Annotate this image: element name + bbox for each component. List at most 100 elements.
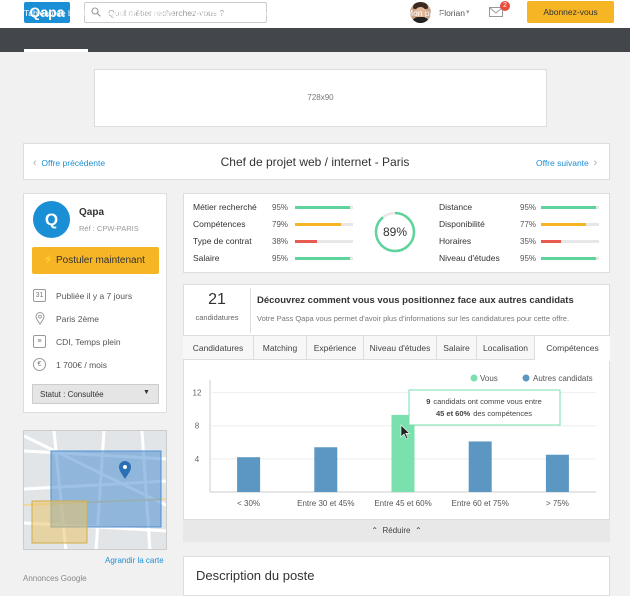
tooltip-text-1: candidats ont comme vous entre: [433, 397, 541, 406]
location-map[interactable]: [23, 430, 167, 550]
y-tick-label: 4: [195, 455, 200, 464]
candidates-count: 21: [208, 291, 226, 308]
next-offer-link[interactable]: Offre suivante ›: [536, 157, 597, 169]
criterion-percent: 35%: [520, 236, 537, 246]
legend-dot-you: [470, 374, 478, 382]
legend-label-others: Autres candidats: [533, 374, 593, 383]
candidates-count-label: candidatures: [195, 313, 239, 322]
x-tick-label: Entre 30 et 45%: [297, 499, 354, 508]
y-tick-label: 8: [195, 422, 200, 431]
x-tick-label: < 30%: [237, 499, 260, 508]
divider: [250, 288, 251, 333]
criterion-bar: [295, 206, 353, 209]
status-select[interactable]: Statut : Consultée: [32, 384, 159, 404]
criterion-percent: 95%: [272, 253, 289, 263]
offer-reference: Réf : CPW-PARIS: [79, 224, 139, 233]
chevron-up-icon: ⌃: [414, 526, 422, 535]
nav-item-account[interactable]: Mon compte: [341, 8, 388, 18]
criterion-bar: [541, 257, 599, 260]
company-name: Qapa: [79, 207, 105, 218]
nav-active-indicator: [24, 49, 88, 52]
matching-score: 89%: [382, 225, 408, 239]
nav-item-dashboard[interactable]: Tableau de bord: [24, 8, 85, 18]
criterion-bar: [295, 257, 353, 260]
criterion-percent: 95%: [520, 253, 537, 263]
nav-item-inbox[interactable]: Boîte de réception: [104, 8, 173, 18]
tab-matching[interactable]: Matching: [254, 336, 307, 360]
location-text: Paris 2ème: [56, 314, 99, 324]
caret-down-icon: ▼: [143, 389, 150, 396]
tooltip-line-1: 9 candidats ont comme vous entre: [426, 397, 542, 406]
bar-others: [314, 447, 338, 492]
tooltip-line-2: 45 et 60% des compétences: [436, 409, 532, 418]
candidates-subtitle: Votre Pass Qapa vous permet d'avoir plus…: [257, 314, 570, 323]
criterion-bar: [295, 223, 353, 226]
contract-icon: ≡: [33, 335, 46, 348]
criterion-bar: [541, 206, 599, 209]
lightning-icon: ⚡: [43, 254, 55, 264]
user-name[interactable]: Florian: [439, 8, 465, 18]
criterion-bar-fill: [295, 240, 318, 243]
tab-skills[interactable]: Compétences: [535, 336, 610, 361]
company-logo: Q: [33, 201, 70, 238]
skills-distribution-chart: 4 8 12 < 30% Entre 30 et 45% Entre 45 et 60% E…: [193, 374, 596, 508]
criterion-label: Salaire: [193, 253, 220, 263]
salary-text: 1 700€ / mois: [56, 360, 108, 370]
bar-others: [545, 454, 569, 492]
criterion-bar: [295, 240, 353, 243]
criterion-bar-fill: [295, 223, 341, 226]
ad-banner[interactable]: 728x90: [94, 69, 547, 127]
chevron-down-icon[interactable]: ▾: [466, 8, 470, 16]
criterion-bar-fill: [541, 240, 562, 243]
chevron-up-icon: ⌃: [371, 526, 379, 535]
tab-location[interactable]: Localisation: [477, 336, 535, 360]
main-nav: [0, 28, 630, 52]
criterion-bar-fill: [295, 257, 351, 260]
criterion-bar-fill: [541, 223, 586, 226]
criterion-label: Compétences: [193, 219, 246, 229]
criterion-percent: 95%: [272, 202, 289, 212]
criterion-label: Métier recherché: [193, 202, 257, 212]
collapse-button[interactable]: ⌃ Réduire ⌃: [183, 526, 610, 535]
criterion-label: Distance: [439, 202, 473, 212]
criterion-bar: [541, 223, 599, 226]
contract-text: CDI, Temps plein: [56, 337, 121, 347]
collapse-label: Réduire: [382, 526, 411, 535]
criterion-percent: 77%: [520, 219, 537, 229]
enlarge-map-link[interactable]: Agrandir la carte: [105, 556, 164, 565]
criterion-percent: 95%: [520, 202, 537, 212]
criterion-percent: 38%: [272, 236, 289, 246]
notification-badge: 2: [500, 1, 510, 11]
criterion-percent: 79%: [272, 219, 289, 229]
chart-tooltip: [408, 389, 561, 426]
euro-icon: €: [33, 358, 46, 371]
nav-item-pass[interactable]: Mon pass: [406, 8, 443, 18]
map-graphic: [24, 431, 166, 549]
tab-candidatures[interactable]: Candidatures: [183, 336, 254, 360]
nav-item-edit-cv[interactable]: Modifier mon CV: [259, 8, 322, 18]
criterion-label: Disponibilité: [439, 219, 485, 229]
search-icon: [91, 7, 101, 17]
x-tick-label: Entre 45 et 60%: [374, 499, 431, 508]
tab-salary[interactable]: Salaire: [437, 336, 477, 360]
criterion-bar: [541, 240, 599, 243]
sponsored-label: Annonces Google: [23, 574, 87, 583]
criterion-bar-fill: [295, 206, 351, 209]
legend-dot-others: [522, 374, 530, 382]
criterion-label: Niveau d'études: [439, 253, 500, 263]
tooltip-count: 9: [426, 397, 430, 406]
nav-item-view-cv[interactable]: Voir mon CV: [193, 8, 241, 18]
subscribe-button[interactable]: Abonnez-vous: [527, 1, 614, 23]
y-tick-label: 12: [193, 389, 202, 398]
bar-others: [468, 441, 492, 492]
tooltip-range: 45 et 60%: [436, 409, 471, 418]
tooltip-text-2: des compétences: [473, 409, 532, 418]
legend-label-you: Vous: [480, 374, 498, 383]
criterion-bar-fill: [541, 206, 597, 209]
criterion-label: Horaires: [439, 236, 472, 246]
candidates-title: Découvrez comment vous vous positionnez …: [257, 295, 574, 306]
next-offer-label: Offre suivante: [536, 158, 589, 168]
tab-experience[interactable]: Expérience: [307, 336, 364, 360]
tab-education[interactable]: Niveau d'études: [364, 336, 437, 360]
criterion-bar-fill: [541, 257, 597, 260]
